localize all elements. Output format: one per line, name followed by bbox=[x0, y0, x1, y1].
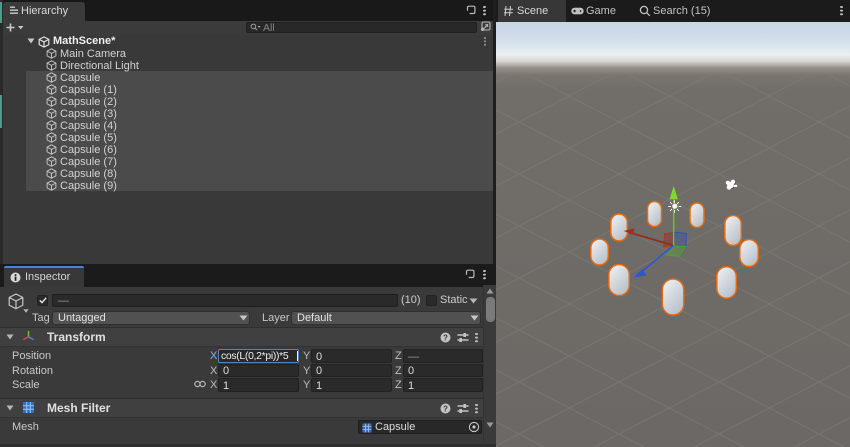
svg-text:?: ? bbox=[443, 333, 448, 342]
svg-text:?: ? bbox=[443, 404, 448, 413]
